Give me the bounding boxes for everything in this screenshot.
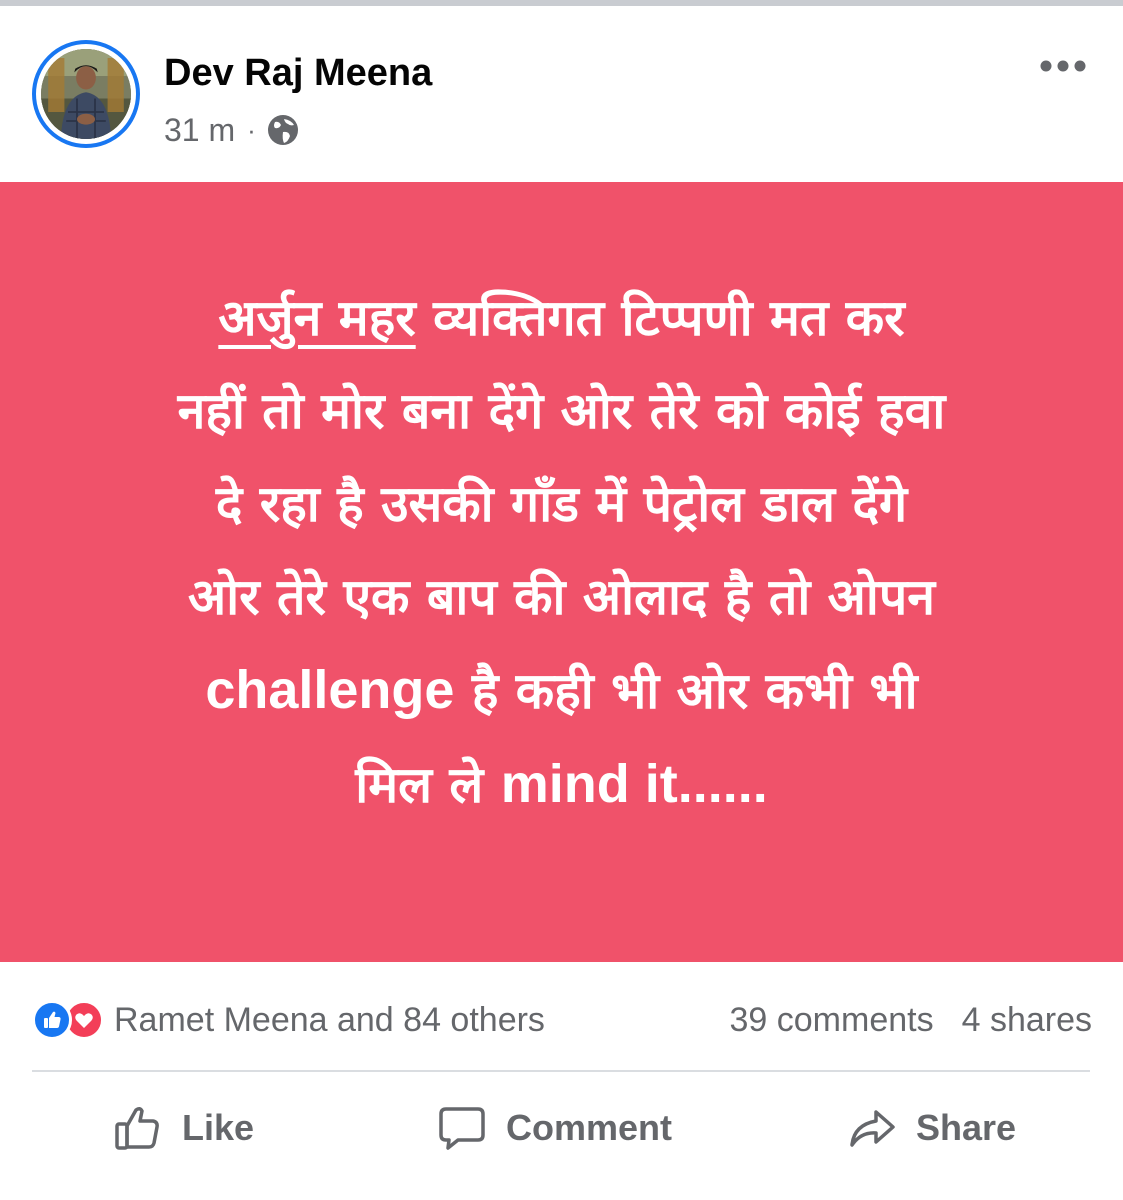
- post-background: अर्जुन महर व्यक्तिगत टिप्पणी मत कर नहीं …: [0, 182, 1123, 962]
- reactions-bar: Ramet Meena and 84 others 39 comments 4 …: [32, 992, 1092, 1048]
- post-line-latin: mind it......: [500, 754, 768, 814]
- post-line-text: मिल ले: [355, 756, 501, 814]
- post-text: अर्जुन महर व्यक्तिगत टिप्पणी मत कर नहीं …: [72, 272, 1052, 832]
- share-arrow-icon: [850, 1110, 895, 1147]
- post-line-latin: challenge: [205, 660, 455, 720]
- author-name[interactable]: Dev Raj Meena: [164, 52, 432, 95]
- comment-label: Comment: [506, 1107, 673, 1148]
- top-divider: [0, 0, 1123, 6]
- like-button[interactable]: Like: [112, 1088, 254, 1168]
- comment-button[interactable]: Comment: [436, 1088, 672, 1168]
- post-line: मिल ले mind it......: [72, 738, 1052, 832]
- thumbs-up-icon: [115, 1106, 159, 1150]
- comment-icon: [439, 1107, 485, 1150]
- share-button[interactable]: Share: [846, 1088, 1016, 1168]
- author-avatar[interactable]: [32, 40, 140, 148]
- post-timestamp[interactable]: 31 m: [164, 112, 235, 149]
- more-options-button[interactable]: [1031, 48, 1095, 84]
- post-line: नहीं तो मोर बना देंगे ओर तेरे को कोई हवा: [177, 382, 946, 440]
- reaction-icons[interactable]: [32, 1000, 104, 1040]
- action-bar: Like Comment Share: [0, 1088, 1123, 1168]
- post-line: ओर तेरे एक बाप की ओलाद है तो ओपन: [188, 568, 935, 626]
- like-label: Like: [182, 1107, 255, 1148]
- tagged-name[interactable]: अर्जुन महर: [218, 289, 415, 347]
- comments-count[interactable]: 39 comments: [730, 1001, 934, 1040]
- globe-icon: [266, 113, 300, 147]
- post-line-text: है कही भी ओर कभी भी: [454, 662, 918, 720]
- like-reaction-icon: [32, 1000, 72, 1040]
- shares-count[interactable]: 4 shares: [962, 1001, 1092, 1040]
- post-line-text: व्यक्तिगत टिप्पणी मत कर: [415, 289, 905, 347]
- avatar-photo: [41, 49, 131, 139]
- post-meta: 31 m ·: [164, 110, 300, 150]
- post-line: अर्जुन महर व्यक्तिगत टिप्पणी मत कर: [72, 272, 1052, 365]
- reactions-summary[interactable]: Ramet Meena and 84 others: [114, 1001, 545, 1040]
- post-line: दे रहा है उसकी गाँड में पेट्रोल डाल देंग…: [215, 475, 908, 533]
- share-label: Share: [916, 1107, 1017, 1148]
- more-options-icon: [1040, 60, 1086, 72]
- meta-separator: ·: [247, 114, 256, 145]
- actions-divider: [32, 1070, 1090, 1072]
- facebook-post: Dev Raj Meena 31 m · अर्जुन महर व्यक्तिग…: [0, 0, 1123, 1200]
- post-line: challenge है कही भी ओर कभी भी: [72, 644, 1052, 738]
